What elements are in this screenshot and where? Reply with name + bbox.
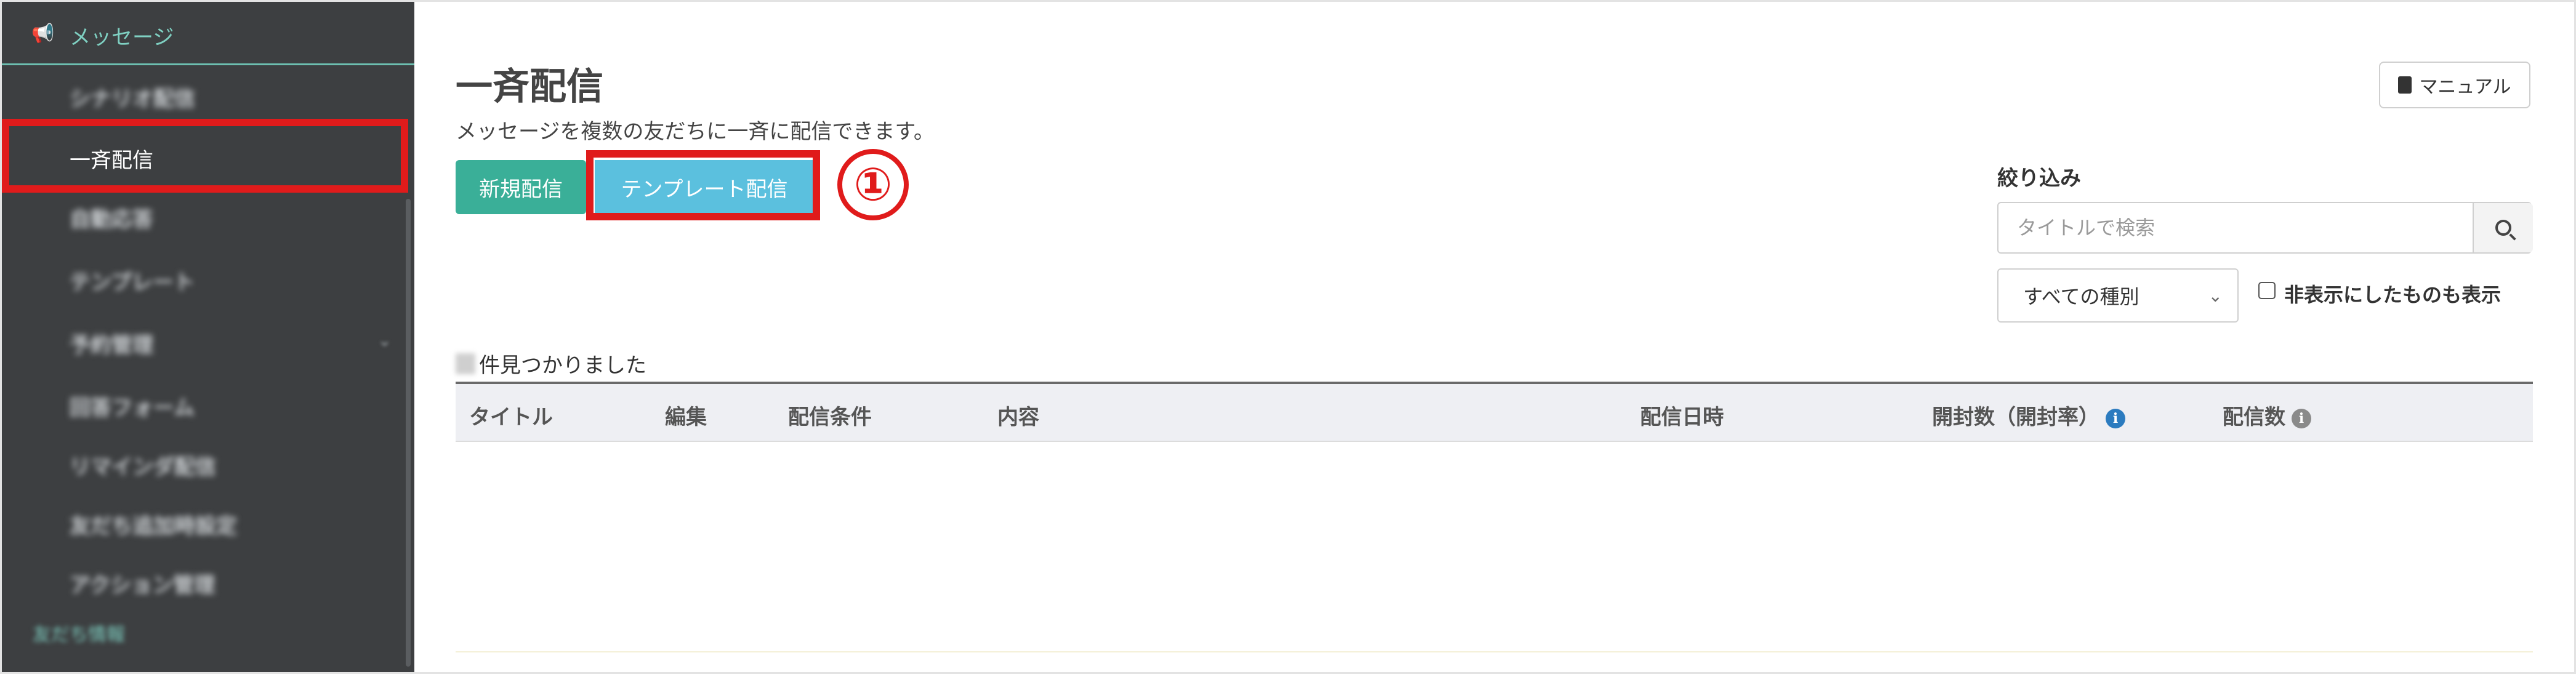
manual-button-label: マニュアル <box>2419 76 2511 98</box>
filter-label: 絞り込み <box>1997 166 2081 191</box>
results-count-suffix: 件見つかりました <box>479 353 646 378</box>
sidebar-item-reservation[interactable]: 予約管理 <box>70 328 153 358</box>
search-input[interactable] <box>1998 203 2473 252</box>
column-send-date[interactable]: 配信日時 <box>1640 400 1724 430</box>
info-icon[interactable]: i <box>2292 408 2311 428</box>
highlight-box-template-button <box>586 150 820 220</box>
search-button[interactable] <box>2473 203 2533 252</box>
sidebar-section-header[interactable]: 📢 メッセージ <box>2 2 414 65</box>
column-open-count[interactable]: 開封数（開封率） i <box>1932 400 2125 430</box>
show-hidden-checkbox[interactable] <box>2258 282 2276 299</box>
column-send-count[interactable]: 配信数 i <box>2223 400 2311 430</box>
table-header: タイトル 編集 配信条件 内容 配信日時 開封数（開封率） i 配信数 i <box>456 382 2533 442</box>
page-title: 一斉配信 <box>456 65 603 108</box>
sidebar-scrollbar[interactable] <box>406 199 411 667</box>
results-count: 件見つかりました <box>456 348 646 379</box>
sidebar: 📢 メッセージ シナリオ配信 一斉配信 自動応答 テンプレート 予約管理 ⌄ 回… <box>2 2 414 672</box>
search-box <box>1997 202 2533 254</box>
sidebar-item-friend-add-settings[interactable]: 友だち追加時設定 <box>70 509 237 539</box>
chevron-down-icon[interactable]: ⌄ <box>377 330 392 350</box>
chevron-down-icon: ⌄ <box>2208 286 2223 306</box>
sidebar-item-scenario[interactable]: シナリオ配信 <box>70 82 195 112</box>
type-select-value: すべての種別 <box>2023 285 2139 308</box>
book-icon <box>2398 76 2412 94</box>
annotation-number-badge: ① <box>837 149 909 220</box>
megaphone-icon: 📢 <box>31 23 55 44</box>
sidebar-section-friends[interactable]: 友だち情報 <box>33 619 125 646</box>
sidebar-item-template[interactable]: テンプレート <box>70 265 195 295</box>
page-description: メッセージを複数の友だちに一斉に配信できます。 <box>456 119 935 144</box>
column-title[interactable]: タイトル <box>469 400 553 430</box>
column-edit[interactable]: 編集 <box>665 400 707 430</box>
manual-button[interactable]: マニュアル <box>2379 62 2530 108</box>
sidebar-item-action-management[interactable]: アクション管理 <box>70 568 215 598</box>
column-conditions[interactable]: 配信条件 <box>788 400 872 430</box>
sidebar-item-auto-reply[interactable]: 自動応答 <box>70 203 153 233</box>
sidebar-item-answer-form[interactable]: 回答フォーム <box>70 391 195 421</box>
results-count-value <box>456 353 475 374</box>
table-body-divider <box>456 651 2533 652</box>
show-hidden-label[interactable]: 非表示にしたものも表示 <box>2284 279 2501 308</box>
sidebar-section-label: メッセージ <box>70 25 174 50</box>
new-broadcast-button[interactable]: 新規配信 <box>456 160 586 214</box>
column-content[interactable]: 内容 <box>997 400 1039 430</box>
search-icon <box>2495 220 2511 236</box>
sidebar-item-reminder[interactable]: リマインダ配信 <box>70 450 216 480</box>
type-select[interactable]: すべての種別 ⌄ <box>1997 268 2239 323</box>
column-send-count-label: 配信数 <box>2223 405 2285 430</box>
highlight-box-active-item <box>2 119 408 193</box>
info-icon[interactable]: i <box>2106 408 2125 428</box>
column-open-count-label: 開封数（開封率） <box>1932 405 2099 430</box>
